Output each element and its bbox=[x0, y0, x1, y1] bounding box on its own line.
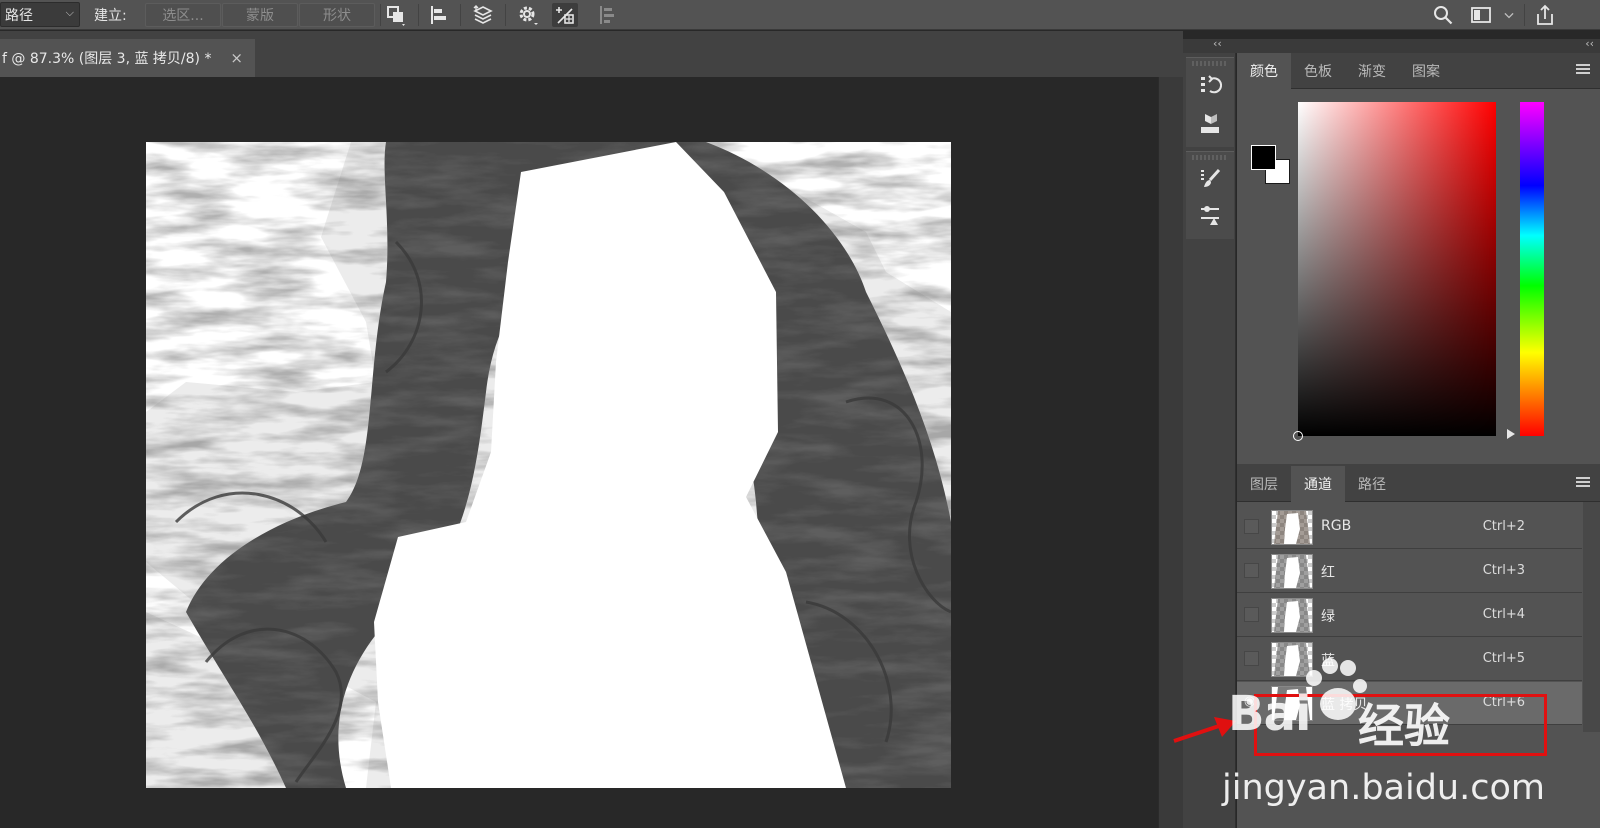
channel-shortcut: Ctrl+3 bbox=[1482, 563, 1525, 578]
panel-icon-strip bbox=[1183, 53, 1236, 828]
channel-thumbnail bbox=[1271, 554, 1313, 589]
channel-shortcut: Ctrl+2 bbox=[1482, 519, 1525, 534]
tab-layers[interactable]: 图层 bbox=[1237, 466, 1291, 502]
channel-name: RGB bbox=[1321, 518, 1352, 534]
close-icon[interactable]: × bbox=[230, 49, 243, 67]
visibility-toggle[interactable] bbox=[1244, 651, 1259, 666]
align-edges-icon[interactable] bbox=[594, 3, 620, 27]
chevron-down-icon[interactable] bbox=[1500, 3, 1518, 27]
document-title: f @ 87.3% (图层 3, 蓝 拷贝/8) * bbox=[2, 51, 212, 67]
workspace-icon[interactable] bbox=[1468, 3, 1494, 27]
tab-gradients[interactable]: 渐变 bbox=[1345, 53, 1399, 89]
visibility-toggle[interactable] bbox=[1244, 563, 1259, 578]
color-panel bbox=[1237, 89, 1600, 464]
collapse-strip-icon[interactable]: ‹‹ bbox=[1213, 37, 1222, 50]
strip-group-brush bbox=[1186, 151, 1234, 239]
tab-paths[interactable]: 路径 bbox=[1345, 466, 1399, 502]
channel-row-rgb[interactable]: RGB Ctrl+2 bbox=[1237, 506, 1582, 549]
tab-color[interactable]: 颜色 bbox=[1237, 53, 1291, 89]
hue-slider[interactable] bbox=[1520, 102, 1544, 436]
strip-group-history bbox=[1186, 57, 1234, 147]
path-arrangement-icon[interactable] bbox=[470, 3, 496, 27]
make-selection-button[interactable]: 选区... bbox=[145, 3, 221, 27]
visibility-toggle[interactable] bbox=[1244, 607, 1259, 622]
search-icon[interactable] bbox=[1430, 3, 1456, 27]
channel-thumbnail bbox=[1271, 642, 1313, 677]
path-operations-icon[interactable] bbox=[383, 3, 409, 27]
toolbar-divider bbox=[418, 4, 419, 26]
hair-channel-image bbox=[146, 142, 951, 788]
channel-shortcut: Ctrl+4 bbox=[1482, 607, 1525, 622]
chevron-down-icon: ⌵ bbox=[65, 6, 74, 19]
grip-handle[interactable] bbox=[1192, 61, 1228, 66]
channel-name: 绿 bbox=[1321, 609, 1335, 625]
tab-channels[interactable]: 通道 bbox=[1291, 466, 1345, 502]
hue-slider-handle[interactable] bbox=[1507, 429, 1515, 439]
channel-name: 红 bbox=[1321, 565, 1335, 581]
adjustments-icon[interactable] bbox=[1197, 202, 1223, 228]
panel-menu-icon[interactable] bbox=[1576, 64, 1590, 76]
collapse-panels-icon[interactable]: ‹‹ bbox=[1585, 37, 1594, 50]
share-icon[interactable] bbox=[1532, 3, 1558, 27]
dock-collapse-bar: ‹‹ ‹‹ bbox=[1183, 37, 1600, 53]
brush-settings-icon[interactable] bbox=[1197, 166, 1223, 192]
3d-materials-icon[interactable] bbox=[1197, 110, 1223, 136]
toolbar-divider bbox=[380, 4, 381, 26]
toolbar-divider bbox=[460, 4, 461, 26]
channel-row-green[interactable]: 绿 Ctrl+4 bbox=[1237, 594, 1582, 637]
document-tab[interactable]: f @ 87.3% (图层 3, 蓝 拷贝/8) * × bbox=[0, 39, 255, 77]
channel-shortcut: Ctrl+5 bbox=[1482, 651, 1525, 666]
photoshop-window: 路径 ⌵ 建立: 选区... 蒙版 形状 f @ 87.3% (图层 3, 蓝 … bbox=[0, 0, 1600, 828]
channel-thumbnail bbox=[1271, 598, 1313, 633]
document-tab-bar: f @ 87.3% (图层 3, 蓝 拷贝/8) * × bbox=[0, 31, 1183, 77]
make-shape-button[interactable]: 形状 bbox=[299, 3, 375, 27]
tab-swatches[interactable]: 色板 bbox=[1291, 53, 1345, 89]
toolbar-divider bbox=[1524, 4, 1525, 26]
channel-row-red[interactable]: 红 Ctrl+3 bbox=[1237, 550, 1582, 593]
channel-row-blue[interactable]: 蓝 Ctrl+5 bbox=[1237, 638, 1582, 681]
tab-patterns[interactable]: 图案 bbox=[1399, 53, 1453, 89]
channel-name: 蓝 bbox=[1321, 653, 1335, 669]
saturation-value-field[interactable] bbox=[1293, 102, 1496, 441]
make-mask-button[interactable]: 蒙版 bbox=[222, 3, 298, 27]
toolbar-divider bbox=[505, 4, 506, 26]
constrain-path-icon[interactable] bbox=[552, 3, 578, 27]
channels-scrollbar[interactable] bbox=[1583, 502, 1600, 732]
document-image[interactable] bbox=[146, 142, 951, 788]
history-icon[interactable] bbox=[1197, 72, 1223, 98]
tool-options-bar: 路径 ⌵ 建立: 选区... 蒙版 形状 bbox=[0, 0, 1600, 30]
pen-mode-select[interactable]: 路径 ⌵ bbox=[0, 2, 80, 27]
annotation-arrow bbox=[1173, 717, 1236, 743]
grip-handle[interactable] bbox=[1192, 155, 1228, 160]
pen-mode-value: 路径 bbox=[5, 7, 33, 24]
settings-gear-icon[interactable] bbox=[515, 3, 541, 27]
panel-menu-icon[interactable] bbox=[1576, 477, 1590, 489]
visibility-toggle[interactable] bbox=[1244, 519, 1259, 534]
channels-panel: RGB Ctrl+2 红 Ctrl+3 绿 Ctrl+4 蓝 Ctrl+5 ◉ … bbox=[1237, 502, 1600, 828]
layers-panel-tabs: 图层 通道 路径 bbox=[1237, 466, 1600, 502]
foreground-color-swatch[interactable] bbox=[1251, 145, 1276, 170]
annotation-highlight-box bbox=[1254, 694, 1547, 756]
channel-thumbnail bbox=[1271, 510, 1313, 545]
path-alignment-icon[interactable] bbox=[426, 3, 452, 27]
make-label: 建立: bbox=[94, 8, 127, 24]
color-panel-tabs: 颜色 色板 渐变 图案 bbox=[1237, 53, 1600, 89]
color-picker-marker[interactable] bbox=[1293, 431, 1303, 441]
